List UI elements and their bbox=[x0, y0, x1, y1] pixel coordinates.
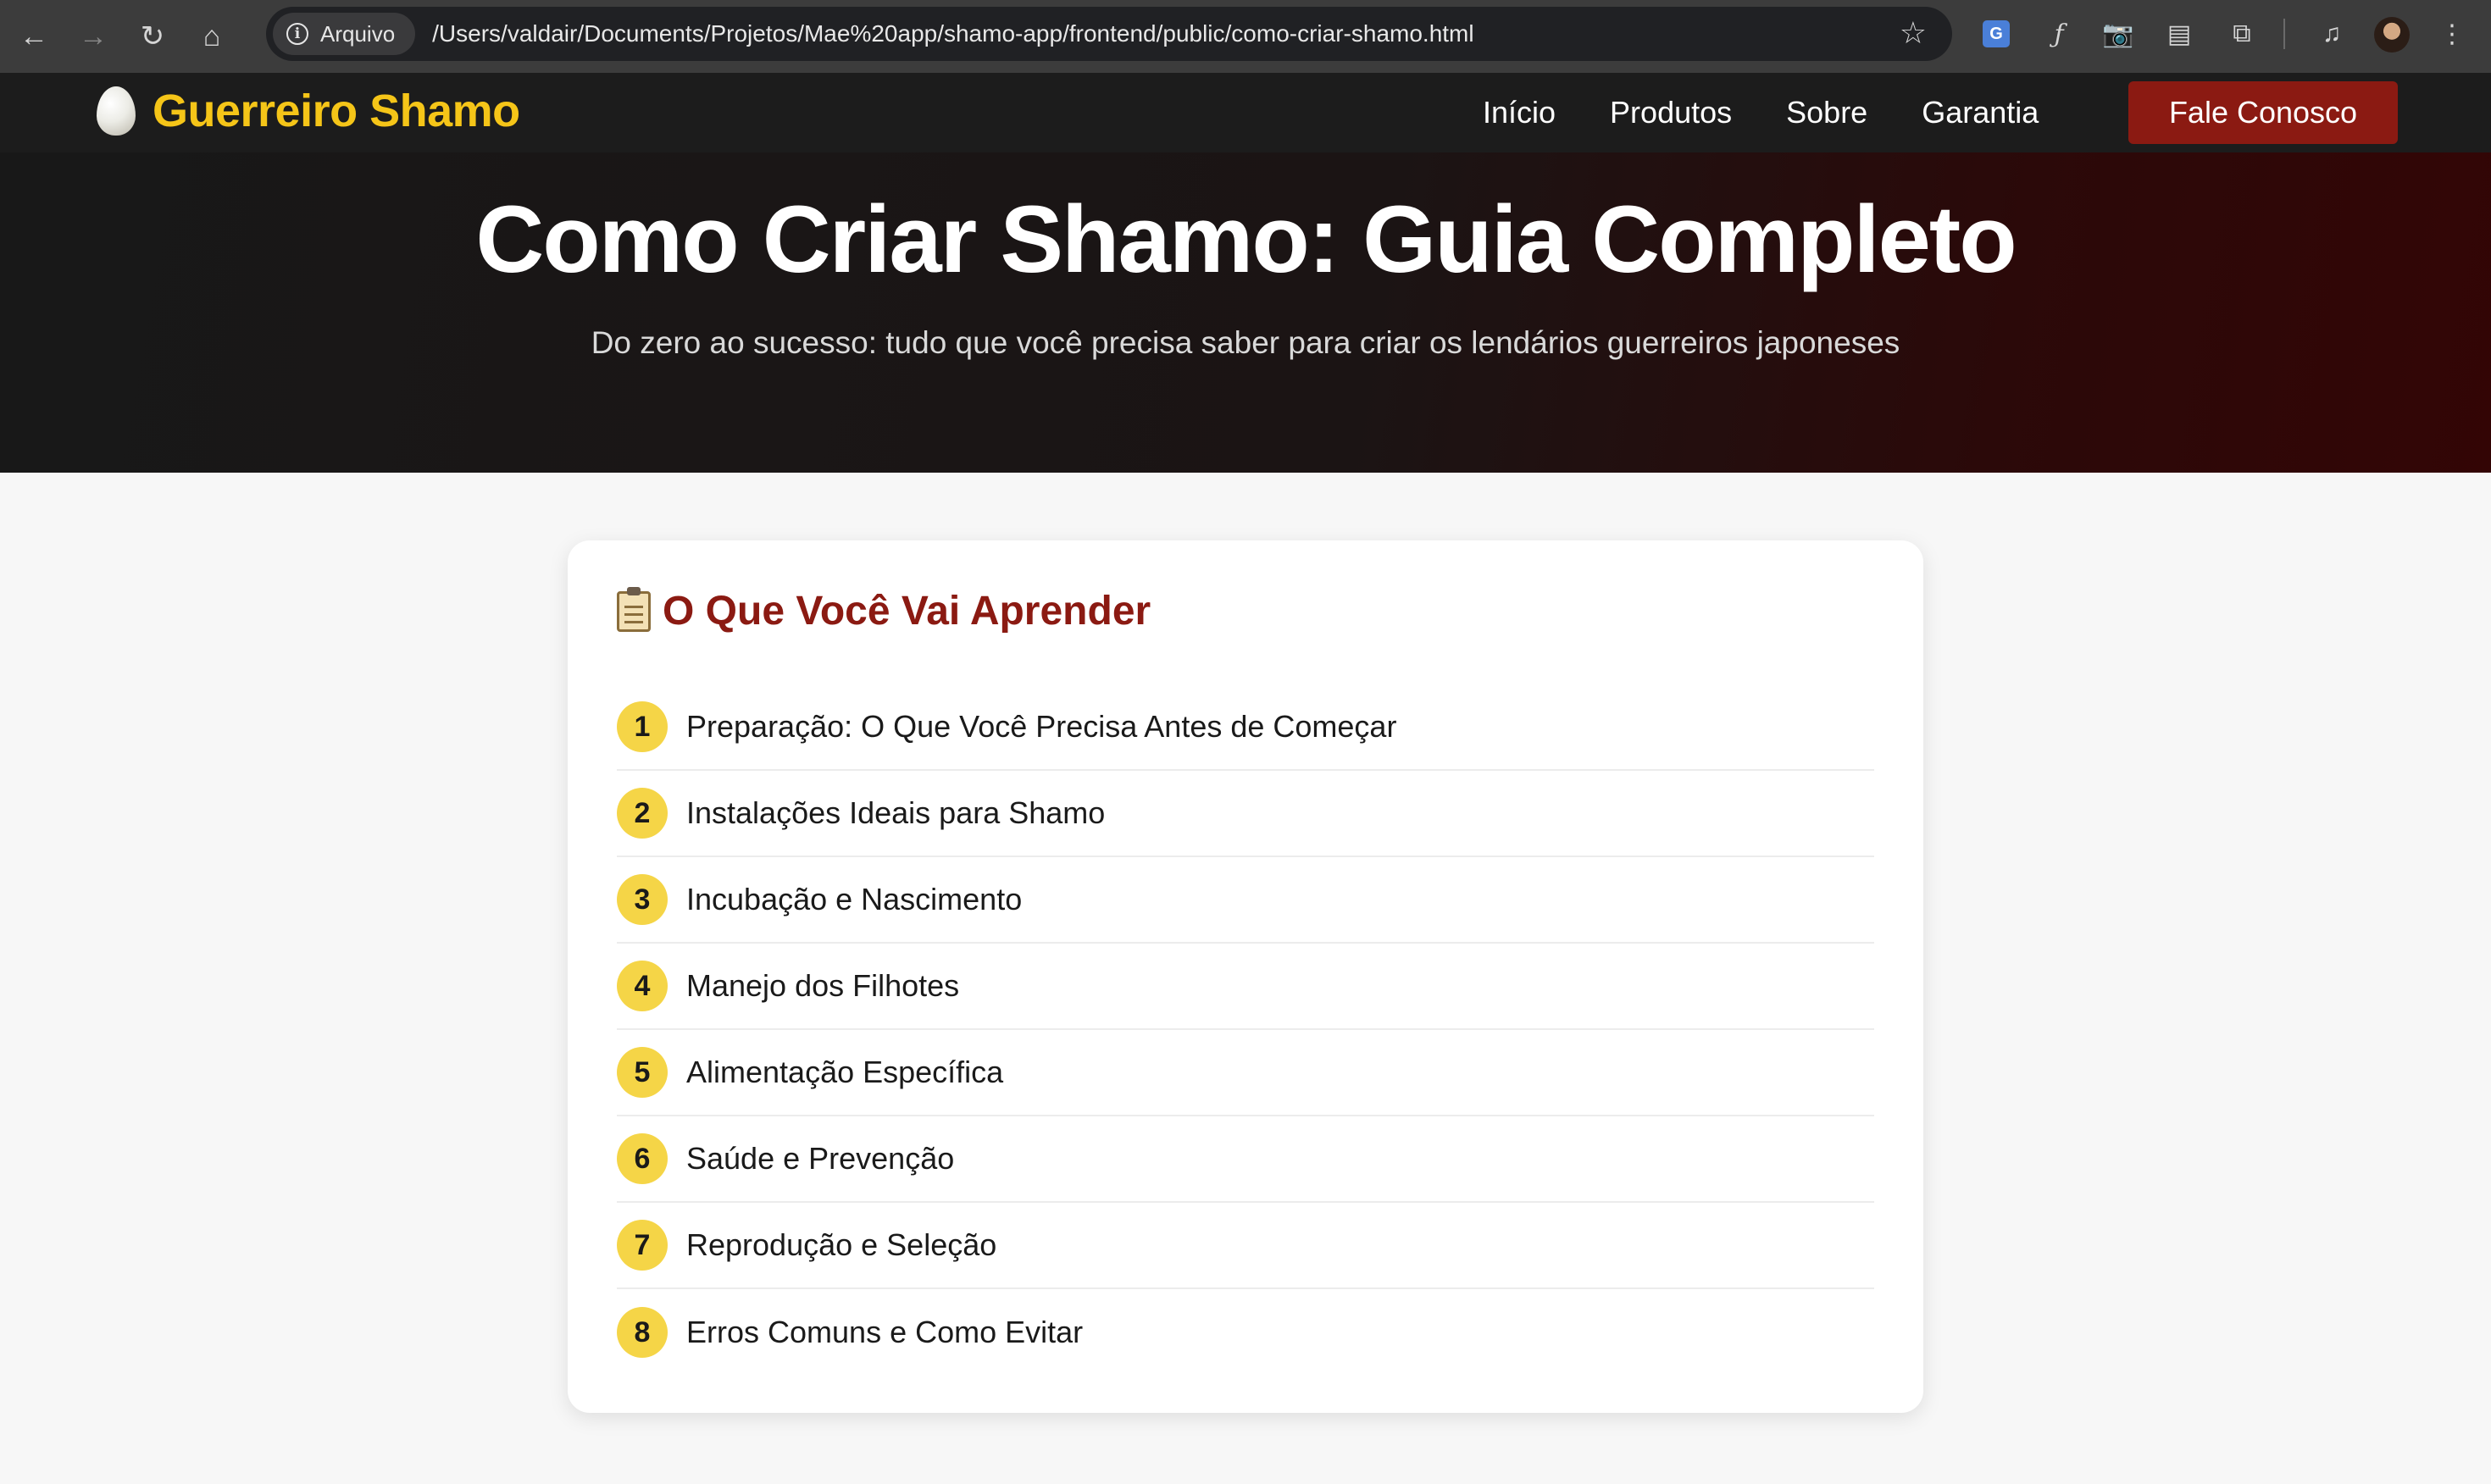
media-control-icon[interactable]: ♫ bbox=[2315, 15, 2349, 53]
site-header: Guerreiro Shamo Início Produtos Sobre Ga… bbox=[0, 73, 2491, 152]
font-extension-icon[interactable]: ƒ bbox=[2042, 15, 2076, 53]
toc-title: O Que Você Vai Aprender bbox=[663, 589, 1151, 634]
toc-item[interactable]: 3 Incubação e Nascimento bbox=[617, 857, 1874, 944]
nav-link-garantia[interactable]: Garantia bbox=[1922, 95, 2039, 130]
nav-link-sobre[interactable]: Sobre bbox=[1786, 95, 1867, 130]
toc-item[interactable]: 4 Manejo dos Filhotes bbox=[617, 944, 1874, 1030]
address-bar[interactable]: i Arquivo /Users/valdair/Documents/Proje… bbox=[266, 7, 1952, 61]
toc-item-label: Saúde e Prevenção bbox=[686, 1141, 955, 1176]
step-number-badge: 6 bbox=[617, 1133, 668, 1184]
toc-item[interactable]: 5 Alimentação Específica bbox=[617, 1030, 1874, 1116]
clipboard-icon bbox=[617, 586, 651, 632]
main-nav: Início Produtos Sobre Garantia bbox=[1483, 73, 2093, 152]
toc-heading: O Que Você Vai Aprender bbox=[617, 586, 1151, 634]
toc-item-label: Instalações Ideais para Shamo bbox=[686, 795, 1106, 830]
toc-item-label: Erros Comuns e Como Evitar bbox=[686, 1315, 1084, 1349]
toc-card: O Que Você Vai Aprender 1 Preparação: O Q… bbox=[568, 540, 1923, 1413]
step-number-badge: 7 bbox=[617, 1220, 668, 1271]
translate-extension-icon[interactable]: G bbox=[1979, 15, 2013, 53]
nav-link-inicio[interactable]: Início bbox=[1483, 95, 1556, 130]
camera-extension-icon[interactable]: 📷 bbox=[2101, 15, 2135, 53]
step-number-badge: 2 bbox=[617, 788, 668, 839]
url-text[interactable]: /Users/valdair/Documents/Projetos/Mae%20… bbox=[432, 20, 1473, 47]
toc-item[interactable]: 2 Instalações Ideais para Shamo bbox=[617, 771, 1874, 857]
toc-item[interactable]: 1 Preparação: O Que Você Precisa Antes de… bbox=[617, 684, 1874, 771]
toc-item[interactable]: 8 Erros Comuns e Como Evitar bbox=[617, 1289, 1874, 1376]
printer-extension-icon[interactable]: ▤ bbox=[2162, 15, 2196, 53]
toc-item-label: Alimentação Específica bbox=[686, 1055, 1004, 1089]
egg-icon bbox=[97, 86, 136, 136]
extensions-puzzle-icon[interactable]: ⧉ bbox=[2225, 15, 2259, 53]
menu-kebab-icon[interactable]: ⋮ bbox=[2435, 15, 2469, 53]
toc-item[interactable]: 7 Reprodução e Seleção bbox=[617, 1203, 1874, 1289]
profile-avatar[interactable] bbox=[2374, 17, 2410, 53]
toc-item-label: Incubação e Nascimento bbox=[686, 882, 1023, 916]
toc-item-label: Reprodução e Seleção bbox=[686, 1227, 997, 1262]
step-number-badge: 3 bbox=[617, 874, 668, 925]
bookmark-star-icon[interactable]: ☆ bbox=[1900, 15, 1927, 51]
hero-section: Como Criar Shamo: Guia Completo Do zero … bbox=[0, 152, 2491, 473]
step-number-badge: 1 bbox=[617, 701, 668, 752]
reload-icon[interactable]: ↻ bbox=[127, 11, 178, 62]
site-info-chip[interactable]: i Arquivo bbox=[273, 13, 416, 55]
home-icon[interactable]: ⌂ bbox=[186, 11, 237, 62]
contact-button[interactable]: Fale Conosco bbox=[2128, 81, 2398, 144]
browser-toolbar: ← → ↻ ⌂ i Arquivo /Users/valdair/Documen… bbox=[0, 0, 2491, 73]
site-logo[interactable]: Guerreiro Shamo bbox=[97, 85, 520, 137]
step-number-badge: 8 bbox=[617, 1307, 668, 1358]
toc-item-label: Preparação: O Que Você Precisa Antes de … bbox=[686, 709, 1397, 744]
toc-item[interactable]: 6 Saúde e Prevenção bbox=[617, 1116, 1874, 1203]
security-label: Arquivo bbox=[320, 20, 396, 47]
page-subtitle: Do zero ao sucesso: tudo que você precis… bbox=[591, 325, 1900, 360]
forward-arrow-icon[interactable]: → bbox=[68, 11, 119, 62]
brand-name: Guerreiro Shamo bbox=[153, 86, 520, 136]
nav-link-produtos[interactable]: Produtos bbox=[1610, 95, 1732, 130]
info-icon: i bbox=[286, 23, 308, 45]
toolbar-divider bbox=[2283, 19, 2285, 49]
toc-list: 1 Preparação: O Que Você Precisa Antes de… bbox=[617, 684, 1874, 1376]
step-number-badge: 5 bbox=[617, 1047, 668, 1098]
back-arrow-icon[interactable]: ← bbox=[8, 11, 59, 62]
step-number-badge: 4 bbox=[617, 961, 668, 1011]
toc-item-label: Manejo dos Filhotes bbox=[686, 968, 960, 1003]
page-title: Como Criar Shamo: Guia Completo bbox=[475, 186, 2017, 292]
